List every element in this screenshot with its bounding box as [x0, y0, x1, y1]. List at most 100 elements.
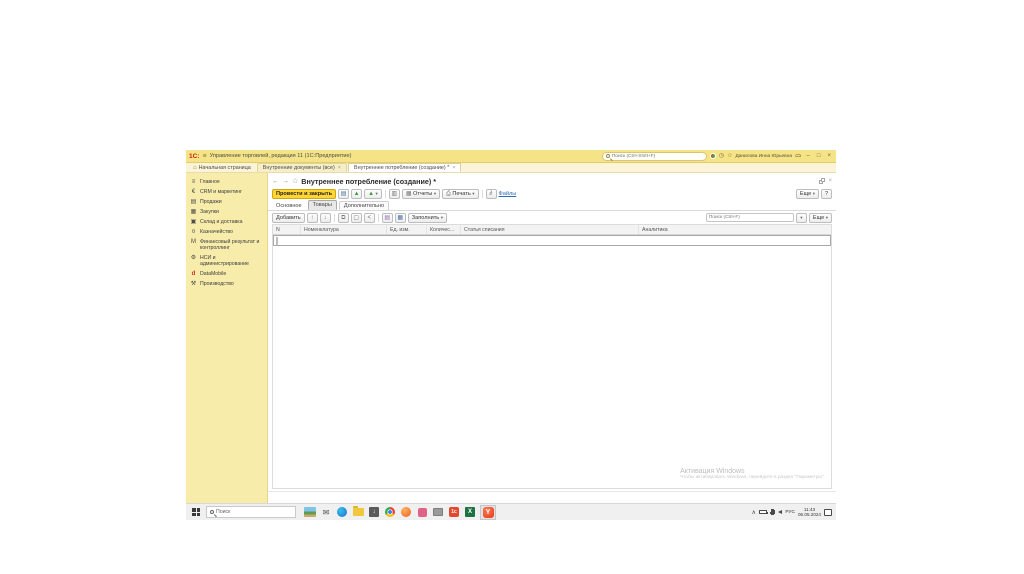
- move-down-button[interactable]: ↓: [319, 212, 331, 223]
- open-in-window-icon[interactable]: [819, 178, 826, 184]
- tab-main[interactable]: Основное: [272, 202, 306, 210]
- chrome-icon[interactable]: [384, 506, 396, 518]
- sidebar-item-main[interactable]: ≡ Главное: [189, 177, 264, 187]
- maximize-button[interactable]: □: [815, 153, 823, 159]
- taskbar-search-box[interactable]: Поиск: [206, 506, 296, 518]
- search-icon: [210, 510, 214, 514]
- column-header-unit[interactable]: Ед. изм.: [387, 225, 427, 234]
- new-row-num-cell[interactable]: [274, 236, 302, 245]
- sidebar-item-crm[interactable]: € CRM и маркетинг: [189, 187, 264, 197]
- search-options-button[interactable]: ▾: [795, 212, 807, 223]
- print-button[interactable]: ⎙ Печать ▾: [442, 188, 479, 199]
- move-up-button[interactable]: ↑: [306, 212, 318, 223]
- close-button[interactable]: ×: [825, 153, 833, 159]
- table-search-input[interactable]: [708, 215, 791, 220]
- folder-icon[interactable]: [352, 506, 364, 518]
- sidebar-item-datamobile[interactable]: d DataMobile: [189, 269, 264, 279]
- structure-button[interactable]: ▥: [388, 188, 400, 199]
- volume-icon[interactable]: [771, 509, 783, 515]
- fill-button[interactable]: Заполнить ▾: [407, 212, 447, 223]
- tab-internal-documents[interactable]: Внутренние документы (все) ×: [256, 163, 348, 172]
- table-new-row[interactable]: [273, 235, 831, 246]
- hidden-icons-chevron[interactable]: ∧: [751, 509, 755, 516]
- close-form-icon[interactable]: ×: [828, 178, 832, 184]
- notification-center-icon[interactable]: [824, 508, 832, 516]
- sidebar-item-production[interactable]: ⚒ Производство: [189, 279, 264, 289]
- save-button[interactable]: ▤: [338, 188, 350, 199]
- print-label: Печать: [452, 190, 471, 197]
- forward-icon[interactable]: →: [282, 178, 289, 185]
- tab-internal-consumption[interactable]: Внутреннее потребление (создание) * ×: [348, 163, 462, 172]
- column-header-analytics[interactable]: Аналитика: [639, 225, 831, 234]
- photo-thumbnail-icon[interactable]: [304, 506, 316, 518]
- copy-row-button[interactable]: ⧉: [337, 212, 349, 223]
- excel-icon[interactable]: X: [464, 506, 476, 518]
- post-and-close-button[interactable]: Провести и закрыть: [272, 188, 337, 199]
- files-link[interactable]: Файлы: [499, 191, 517, 197]
- sidebar-item-purchases[interactable]: ▦ Закупки: [189, 207, 264, 217]
- language-indicator[interactable]: РУС: [785, 510, 795, 515]
- table-search-box[interactable]: [705, 213, 794, 222]
- reports-label: Отчеты: [412, 190, 433, 197]
- mail-icon[interactable]: ✉: [320, 506, 332, 518]
- start-button[interactable]: [188, 505, 204, 520]
- current-user-label[interactable]: Данилова Инна Юрьевна: [735, 154, 792, 159]
- column-header-expense-item[interactable]: Статья списания: [461, 225, 639, 234]
- sidebar-item-label: CRM и маркетинг: [200, 189, 243, 195]
- 1c-app-icon[interactable]: 1с: [448, 506, 460, 518]
- edge-icon[interactable]: [336, 506, 348, 518]
- delete-row-button[interactable]: ▢: [350, 212, 362, 223]
- minimize-button[interactable]: –: [805, 153, 812, 159]
- attachments-button[interactable]: ∂: [485, 188, 497, 199]
- tab-extra[interactable]: Дополнительно: [338, 201, 390, 210]
- sidebar-item-label: Главное: [200, 179, 220, 185]
- item-card-button[interactable]: ▤: [381, 212, 393, 223]
- global-search-input[interactable]: [611, 153, 703, 159]
- favorite-star-icon[interactable]: ☆: [292, 178, 298, 185]
- battery-icon[interactable]: [758, 509, 768, 515]
- favorites-star-icon[interactable]: ☆: [727, 153, 732, 159]
- discussions-status-icon[interactable]: [709, 153, 716, 159]
- global-search-box[interactable]: [601, 151, 707, 161]
- more-label: Еще: [799, 190, 812, 197]
- clock[interactable]: 11:43 06.05.2024: [798, 507, 821, 517]
- table-more-button[interactable]: Еще ▾: [808, 212, 832, 223]
- history-clock-icon[interactable]: ◷: [719, 153, 724, 159]
- sidebar-item-treasury[interactable]: ¤ Казначейство: [189, 227, 264, 237]
- chevron-down-icon: ▾: [825, 214, 828, 220]
- media-pink-icon[interactable]: [416, 506, 428, 518]
- main-menu-icon[interactable]: ≡: [202, 153, 206, 160]
- more-button[interactable]: Еще ▾: [795, 188, 819, 199]
- selection-button[interactable]: ▦: [394, 212, 406, 223]
- help-button[interactable]: ?: [821, 188, 832, 199]
- sidebar-item-warehouse[interactable]: ▣ Склад и доставка: [189, 217, 264, 227]
- sidebar-item-finance[interactable]: M Финансовый результат и контроллинг: [189, 237, 264, 253]
- tab-home[interactable]: ⌂ Начальная страница: [188, 163, 256, 172]
- sidebar-item-sales[interactable]: ▤ Продажи: [189, 197, 264, 207]
- explorer-icon[interactable]: [432, 506, 444, 518]
- post-button[interactable]: ▲: [351, 188, 363, 199]
- tab-close-icon[interactable]: ×: [338, 165, 341, 171]
- column-header-num[interactable]: N: [273, 225, 301, 234]
- table-toolbar: Добавить ↑ ↓ ⧉ ▢ < ▤ ▦ Заполнить ▾ Поиск…: [268, 211, 836, 224]
- num-input[interactable]: [276, 236, 278, 245]
- form-footer: [268, 491, 836, 503]
- browser-orange-icon[interactable]: [400, 506, 412, 518]
- screenshot-canvas: 1С: ≡ Управление торговлей, редакция 11 …: [0, 0, 1024, 574]
- downloads-icon[interactable]: ↓: [368, 506, 380, 518]
- tab-close-icon[interactable]: ×: [452, 165, 455, 171]
- reports-button[interactable]: ▦ Отчеты ▾: [401, 188, 441, 199]
- share-button[interactable]: <: [363, 212, 375, 223]
- add-row-button[interactable]: Добавить: [272, 212, 305, 223]
- tab-goods[interactable]: Товары: [307, 200, 337, 210]
- create-based-on-button[interactable]: ▲ ▾: [364, 188, 382, 199]
- yandex-browser-active-icon[interactable]: Y: [480, 504, 496, 520]
- warehouse-icon: ▣: [190, 219, 197, 225]
- back-icon[interactable]: ←: [272, 178, 279, 185]
- sidebar-item-nsi-admin[interactable]: ⚙ НСИ и администрирование: [189, 253, 264, 269]
- desktop: 1С: ≡ Управление торговлей, редакция 11 …: [186, 150, 836, 520]
- column-header-nomenclature[interactable]: Номенклатура: [301, 225, 387, 234]
- column-header-qty[interactable]: Количес...: [427, 225, 461, 234]
- separator: [333, 213, 335, 222]
- yandex-letter: Y: [482, 506, 494, 518]
